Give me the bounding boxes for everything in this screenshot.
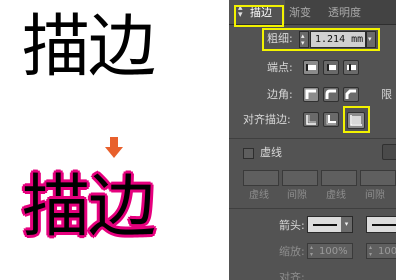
divider	[229, 138, 396, 139]
bevel-join-button[interactable]	[343, 87, 359, 102]
miter-join-button[interactable]	[303, 87, 319, 102]
round-join-button[interactable]	[323, 87, 339, 102]
scale-end-value: 100%	[378, 246, 396, 257]
tab-transparency[interactable]: 透明度	[328, 6, 361, 20]
scale-end-field[interactable]: ▴▾ 100%	[366, 243, 396, 259]
arrow-align-label: 对齐:	[279, 271, 305, 280]
chevron-down-icon: ▾	[341, 217, 352, 232]
weight-highlight	[262, 28, 380, 51]
illustration-canvas: 描边 描边	[0, 0, 229, 280]
start-arrowhead-select[interactable]: ▾	[307, 216, 353, 233]
arrowhead-label: 箭头:	[279, 219, 305, 232]
gap-field-2[interactable]	[360, 170, 396, 186]
line-preview	[372, 224, 396, 226]
butt-cap-button[interactable]	[303, 60, 319, 75]
end-arrowhead-select[interactable]	[366, 216, 396, 233]
round-cap-button[interactable]	[323, 60, 339, 75]
stepper-arrows-icon[interactable]: ▴ ▾	[310, 244, 313, 258]
stroke-panel: ▴ ▾ 描边 渐变 透明度 粗细: ▴ ▾ 1.214 mm ▾ 端点: 边角: 限…	[229, 0, 396, 280]
scale-start-value: 100%	[319, 246, 348, 257]
down-arrow-icon	[104, 137, 124, 159]
align-stroke-label: 对齐描边:	[243, 113, 291, 126]
dashed-line-checkbox[interactable]	[243, 148, 254, 159]
align-center-button[interactable]	[303, 112, 319, 127]
scale-start-field[interactable]: ▴ ▾ 100%	[307, 243, 353, 259]
cap-label: 端点:	[267, 61, 293, 74]
scale-label: 缩放:	[279, 245, 305, 258]
tab-highlight	[234, 5, 284, 27]
stroked-text-sample: 描边	[22, 168, 156, 247]
line-preview	[313, 224, 337, 226]
limit-label: 限	[381, 88, 392, 101]
dash-label-2: 虚线	[326, 190, 346, 201]
corner-label: 边角:	[267, 88, 293, 101]
gap-label-1: 间隙	[287, 190, 307, 201]
gap-label-2: 间隙	[365, 190, 385, 201]
dash-field-1[interactable]	[243, 170, 279, 186]
align-inside-button[interactable]	[323, 112, 339, 127]
divider	[229, 208, 396, 209]
gap-field-1[interactable]	[282, 170, 318, 186]
stepper-arrows-icon[interactable]: ▴ ▾	[369, 244, 372, 258]
align-outside-highlight	[343, 106, 370, 133]
dash-field-2[interactable]	[321, 170, 357, 186]
dashed-line-label: 虚线	[260, 146, 282, 159]
square-cap-button[interactable]	[343, 60, 359, 75]
tab-gradient[interactable]: 渐变	[289, 6, 311, 20]
plain-text-sample: 描边	[22, 8, 156, 87]
dash-label-1: 虚线	[249, 190, 269, 201]
dash-align-button[interactable]	[382, 144, 396, 160]
